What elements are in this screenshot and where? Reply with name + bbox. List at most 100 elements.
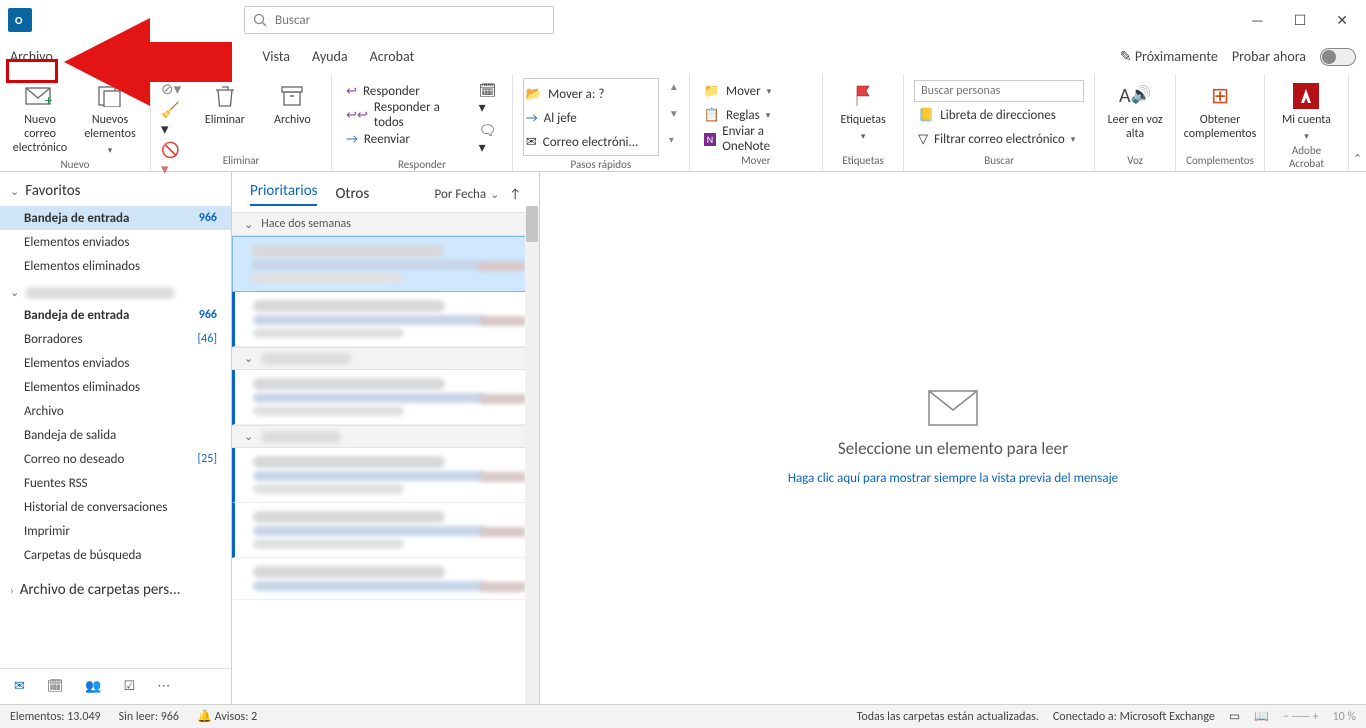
tab-acrobat[interactable]: Acrobat: [370, 48, 415, 65]
folder-pane: ⌄Favoritos Bandeja de entrada966 Element…: [0, 172, 232, 704]
adobe-icon: [1290, 82, 1322, 110]
quickstep-move[interactable]: 📂Mover a: ?: [526, 83, 656, 105]
forward-button[interactable]: →Reenviar: [342, 128, 468, 150]
status-sync: Todas las carpetas están actualizadas.: [857, 710, 1039, 724]
annotation-arrow: [0, 10, 240, 124]
zoom-out[interactable]: − ─── +: [1283, 710, 1318, 724]
message-item[interactable]: [232, 370, 539, 425]
fav-deleted[interactable]: Elementos eliminados: [0, 254, 231, 278]
archive-file-header[interactable]: ›Archivo de carpetas pers...: [0, 567, 231, 605]
nav-people-icon[interactable]: 👥: [85, 679, 101, 694]
maximize-button[interactable]: ☐: [1294, 12, 1307, 29]
msglist-scrollbar[interactable]: [525, 206, 539, 704]
meeting-icon[interactable]: 🗓▾: [479, 82, 502, 116]
view-normal-icon[interactable]: ▭: [1229, 709, 1240, 724]
group-buscar-label: Buscar: [984, 152, 1014, 171]
group-mover-label: Mover: [741, 152, 770, 171]
folder-junk[interactable]: Correo no deseado[25]: [0, 447, 231, 471]
archive-button[interactable]: Archivo: [264, 78, 322, 128]
reading-pane: Seleccione un elemento para leer Haga cl…: [540, 172, 1366, 704]
tab-other[interactable]: Otros: [335, 185, 369, 203]
quickstep-teammail[interactable]: ✉Correo electróni...: [526, 131, 656, 153]
date-group-header[interactable]: ⌄Hace dos semanas: [232, 212, 539, 236]
message-item[interactable]: [232, 292, 539, 347]
fav-sent[interactable]: Elementos enviados: [0, 230, 231, 254]
message-item[interactable]: [232, 503, 539, 558]
read-aloud-button[interactable]: A🔊 Leer en voz alta: [1105, 78, 1165, 142]
quickstep-boss[interactable]: →Al jefe: [526, 107, 656, 129]
tab-vista[interactable]: Vista: [262, 48, 290, 65]
group-etiquetas-label: Etiquetas: [842, 152, 883, 171]
group-adobe-label: Adobe Acrobat: [1275, 142, 1338, 174]
date-group-header[interactable]: ⌄: [232, 425, 539, 448]
close-button[interactable]: ✕: [1336, 12, 1348, 29]
folder-outbox[interactable]: Bandeja de salida: [0, 423, 231, 447]
nav-switcher: ✉ 🗓 👥 ☑ ⋯: [0, 668, 231, 704]
nav-tasks-icon[interactable]: ☑: [124, 679, 136, 694]
folder-conversation-history[interactable]: Historial de conversaciones: [0, 495, 231, 519]
message-item[interactable]: [232, 236, 539, 292]
folder-archive[interactable]: Archivo: [0, 399, 231, 423]
quickstep-up[interactable]: ▲: [669, 80, 679, 93]
tab-ayuda[interactable]: Ayuda: [312, 48, 348, 65]
zoom-level: 10 %: [1333, 710, 1356, 724]
nav-calendar-icon[interactable]: 🗓: [47, 679, 64, 694]
archive-icon: [276, 82, 308, 110]
envelope-icon: [928, 390, 978, 426]
view-reading-icon[interactable]: 📖: [1254, 709, 1269, 724]
addressbook-button[interactable]: 📒Libreta de direcciones: [914, 104, 1084, 126]
reply-button[interactable]: ↩Responder: [342, 80, 468, 102]
folder-sent[interactable]: Elementos enviados: [0, 351, 231, 375]
folder-drafts[interactable]: Borradores[46]: [0, 327, 231, 351]
tab-focused[interactable]: Prioritarios: [250, 182, 317, 206]
adobe-account-button[interactable]: Mi cuenta: [1276, 78, 1336, 142]
onenote-button[interactable]: NEnviar a OneNote: [700, 128, 812, 150]
search-icon: [253, 13, 267, 27]
group-complementos-label: Complementos: [1186, 152, 1254, 171]
group-voz-label: Voz: [1127, 152, 1143, 171]
group-eliminar-label: Eliminar: [223, 152, 260, 171]
nav-mail-icon[interactable]: ✉: [14, 679, 25, 694]
account-header[interactable]: ⌄: [0, 278, 231, 303]
message-list: Prioritarios Otros Por Fecha⌄ ↑ ⌄Hace do…: [232, 172, 540, 704]
ribbon-collapse[interactable]: ⌃: [1353, 152, 1362, 165]
status-bar: Elementos: 13.049 Sin leer: 966 🔔 Avisos…: [0, 704, 1366, 728]
more-reply-icon[interactable]: 🗨▾: [479, 122, 502, 156]
addins-icon: ⊞: [1204, 82, 1236, 110]
status-item-count: Elementos: 13.049: [10, 710, 101, 724]
nav-more-icon[interactable]: ⋯: [157, 679, 170, 694]
folder-print[interactable]: Imprimir: [0, 519, 231, 543]
minimize-button[interactable]: —: [1251, 12, 1264, 29]
message-item[interactable]: [232, 448, 539, 503]
search-people-input[interactable]: [914, 80, 1084, 102]
status-connection: Conectado a: Microsoft Exchange: [1053, 710, 1215, 724]
filter-mail-button[interactable]: ▽Filtrar correo electrónico: [914, 128, 1084, 150]
addins-button[interactable]: ⊞ Obtener complementos: [1190, 78, 1250, 142]
folder-inbox[interactable]: Bandeja de entrada966: [0, 303, 231, 327]
probar-label: Probar ahora: [1232, 48, 1306, 65]
global-search[interactable]: Buscar: [244, 6, 554, 34]
flag-icon: [847, 82, 879, 110]
move-button[interactable]: 📁Mover: [700, 80, 812, 102]
reader-empty-title: Seleccione un elemento para leer: [838, 438, 1068, 459]
reader-preview-link[interactable]: Haga clic aquí para mostrar siempre la v…: [788, 471, 1118, 486]
status-unread-count: Sin leer: 966: [119, 710, 179, 724]
reply-all-button[interactable]: ↩↩Responder a todos: [342, 104, 468, 126]
folder-deleted[interactable]: Elementos eliminados: [0, 375, 231, 399]
search-placeholder: Buscar: [275, 13, 310, 28]
proximamente-button[interactable]: ✎ Próximamente: [1120, 48, 1218, 65]
sort-button[interactable]: Por Fecha⌄ ↑: [435, 187, 521, 202]
favorites-header[interactable]: ⌄Favoritos: [0, 172, 231, 206]
status-reminders[interactable]: 🔔 Avisos: 2: [197, 709, 257, 724]
tags-button[interactable]: Etiquetas: [833, 78, 893, 142]
folder-search-folders[interactable]: Carpetas de búsqueda: [0, 543, 231, 567]
message-item[interactable]: [232, 558, 539, 600]
quickstep-down[interactable]: ▼: [669, 107, 679, 120]
date-group-header[interactable]: ⌄: [232, 347, 539, 370]
folder-rss[interactable]: Fuentes RSS: [0, 471, 231, 495]
read-aloud-icon: A🔊: [1119, 82, 1151, 110]
fav-inbox[interactable]: Bandeja de entrada966: [0, 206, 231, 230]
quickstep-more[interactable]: ▾: [669, 133, 679, 146]
probar-toggle[interactable]: [1320, 48, 1356, 66]
rules-button[interactable]: 📋Reglas: [700, 104, 812, 126]
